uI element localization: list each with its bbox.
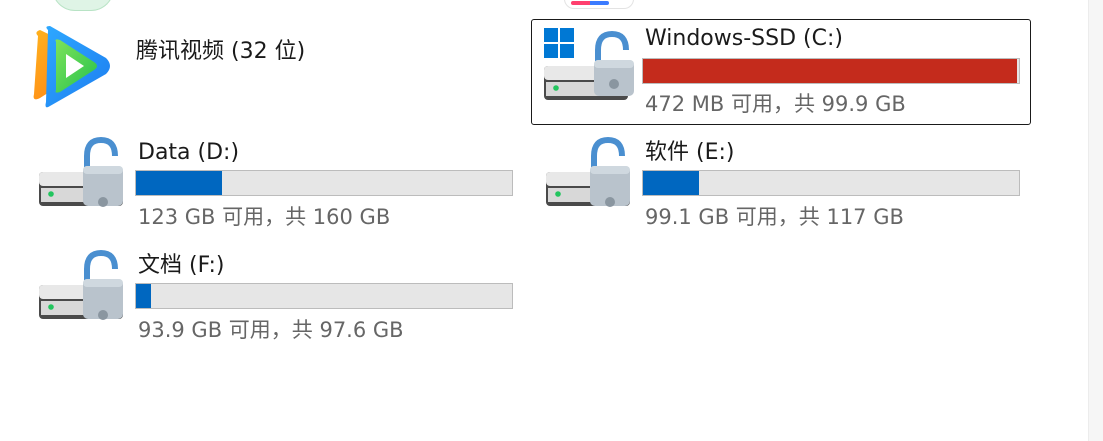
partial-app-icon [52, 0, 114, 11]
drive-name: Data (D:) [138, 140, 240, 165]
drive-name: 文档 (F:) [138, 253, 225, 278]
drive-item-c[interactable]: Windows-SSD (C:) 472 MB 可用，共 99.9 GB [531, 19, 1031, 125]
drive-usage-bar [642, 58, 1020, 84]
drive-name: Windows-SSD (C:) [645, 26, 843, 51]
drive-free-space: 93.9 GB 可用，共 97.6 GB [138, 318, 404, 342]
app-name: 腾讯视频 (32 位) [136, 39, 306, 64]
locked-drive-icon [546, 136, 630, 207]
drive-usage-bar [135, 283, 513, 309]
drive-usage-fill [643, 59, 1018, 83]
drive-usage-fill [643, 171, 700, 195]
drive-free-space: 472 MB 可用，共 99.9 GB [645, 92, 906, 116]
vertical-scrollbar[interactable] [1088, 0, 1103, 441]
drive-item-e[interactable]: 软件 (E:) 99.1 GB 可用，共 117 GB [532, 132, 1032, 236]
drive-item-f[interactable]: 文档 (F:) 93.9 GB 可用，共 97.6 GB [23, 245, 523, 349]
drive-free-space: 123 GB 可用，共 160 GB [138, 205, 391, 229]
system-drive-icon [544, 28, 634, 100]
drive-item-d[interactable]: Data (D:) 123 GB 可用，共 160 GB [23, 132, 523, 236]
drive-free-space: 99.1 GB 可用，共 117 GB [645, 205, 904, 229]
drive-usage-bar [135, 170, 513, 196]
drive-usage-fill [136, 284, 152, 308]
partial-app-icon [564, 0, 634, 9]
locked-drive-icon [39, 249, 123, 320]
locked-drive-icon [39, 136, 123, 207]
app-item-tencent-video[interactable]: 腾讯视频 (32 位) [28, 22, 358, 114]
drive-usage-fill [136, 171, 223, 195]
drive-usage-bar [642, 170, 1020, 196]
drive-name: 软件 (E:) [645, 140, 735, 165]
tencent-video-icon [33, 26, 110, 108]
